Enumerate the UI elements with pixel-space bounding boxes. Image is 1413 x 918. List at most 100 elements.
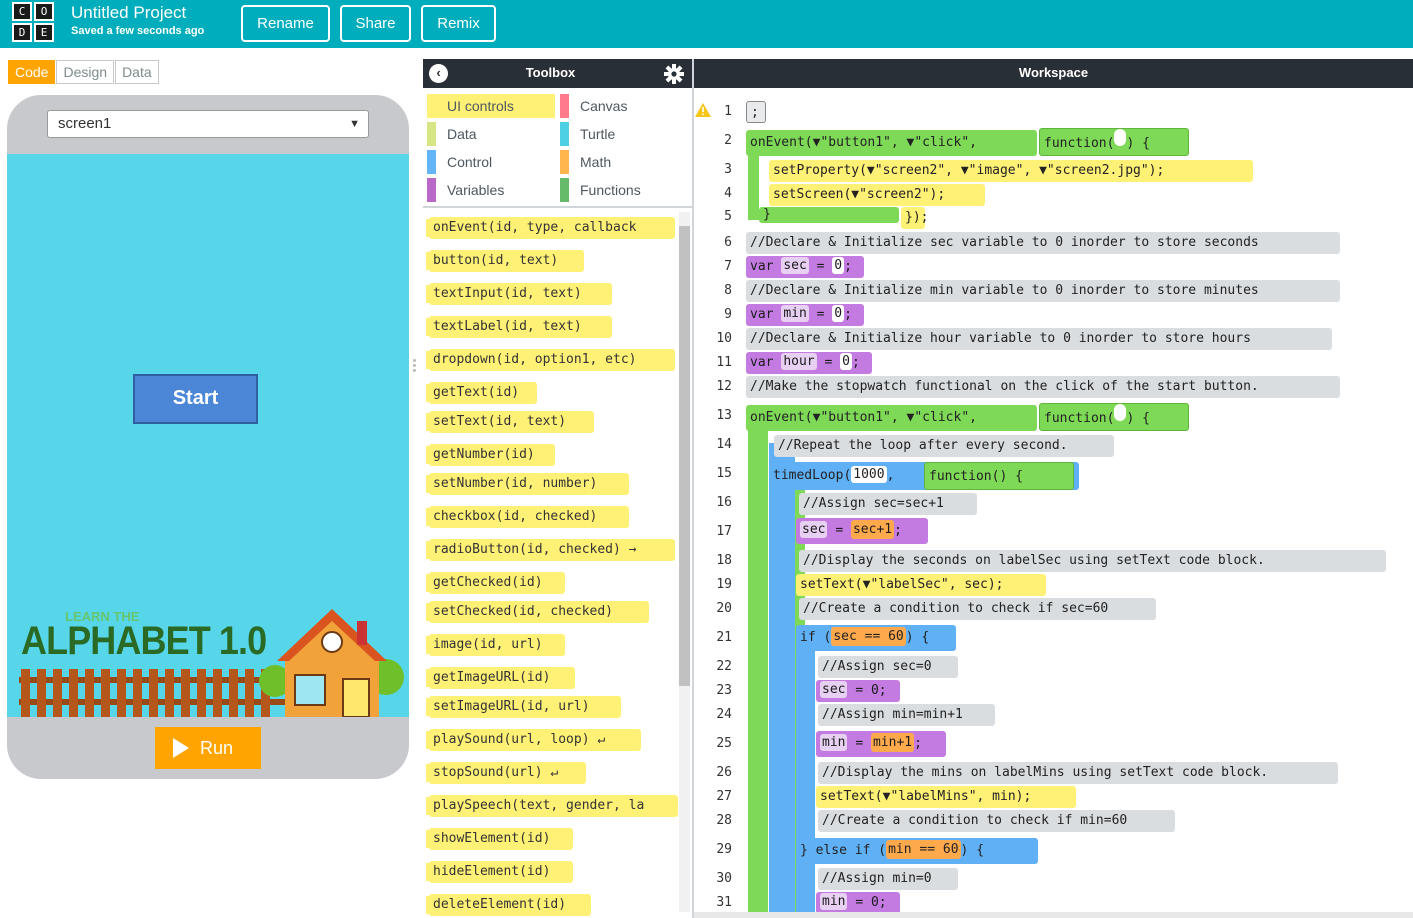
palette-block[interactable]: showElement(id) <box>426 828 573 850</box>
function-block[interactable]: function() { <box>924 462 1074 490</box>
tab-code[interactable]: Code <box>8 60 56 84</box>
param-slot[interactable] <box>1114 129 1127 146</box>
palette-scrollbar-thumb[interactable] <box>679 226 690 686</box>
comment-block[interactable]: //Create a condition to check if sec=60 <box>799 598 1156 620</box>
number-value[interactable]: 0 <box>832 305 845 322</box>
palette-block[interactable]: setImageURL(id, url) <box>426 696 621 718</box>
category-canvas[interactable]: Canvas <box>560 94 688 118</box>
comment-block[interactable]: //Create a condition to check if min=60 <box>818 810 1175 832</box>
if-block[interactable]: if (sec == 60) { <box>796 625 956 651</box>
assign-block[interactable]: min = min+1; <box>816 731 946 757</box>
line-number: 9 <box>724 307 732 322</box>
assign-rest: = 0; <box>855 895 887 910</box>
comment-block[interactable]: //Assign sec=sec+1 <box>799 493 977 515</box>
category-label: Turtle <box>580 126 616 142</box>
palette-block[interactable]: setChecked(id, checked) <box>426 601 649 623</box>
var-name[interactable]: hour <box>781 353 817 370</box>
palette-block[interactable]: getText(id) <box>426 382 537 404</box>
palette-block[interactable]: playSpeech(text, gender, la <box>426 795 678 817</box>
var-name[interactable]: sec <box>820 681 848 698</box>
run-button[interactable]: Run <box>155 727 261 769</box>
palette-block[interactable]: textInput(id, text) <box>426 283 612 305</box>
palette-block[interactable]: playSound(url, loop) ↵ <box>426 729 641 751</box>
category-control[interactable]: Control <box>427 150 555 174</box>
code-workspace[interactable]: ; onEvent(▼"button1", ▼"click", function… <box>744 88 1413 918</box>
palette-block[interactable]: getNumber(id) <box>426 444 555 466</box>
comment-block[interactable]: //Assign min=0 <box>818 868 958 890</box>
category-ui-controls[interactable]: UI controls <box>427 94 555 118</box>
tab-data[interactable]: Data <box>115 60 159 84</box>
workspace-horizontal-scrollbar[interactable] <box>694 912 1413 918</box>
comment-block[interactable]: //Repeat the loop after every second. <box>774 435 1114 457</box>
setproperty-block[interactable]: setProperty(▼"screen2", ▼"image", ▼"scre… <box>769 160 1253 182</box>
comment-block[interactable]: //Declare & Initialize hour variable to … <box>746 328 1332 350</box>
var-declaration-block[interactable]: var min = 0; <box>746 304 864 326</box>
empty-statement-block[interactable]: ; <box>746 101 766 123</box>
category-math[interactable]: Math <box>560 150 688 174</box>
category-functions[interactable]: Functions <box>560 178 688 202</box>
palette-block[interactable]: getChecked(id) <box>426 572 565 594</box>
function-block[interactable]: function() { <box>1039 128 1189 156</box>
comment-block[interactable]: //Declare & Initialize min variable to 0… <box>746 280 1340 302</box>
assign-block[interactable]: min = 0; <box>816 892 900 914</box>
palette-block[interactable]: getImageURL(id) <box>426 667 575 689</box>
comment-block[interactable]: //Display the seconds on labelSec using … <box>799 550 1386 572</box>
category-turtle[interactable]: Turtle <box>560 122 688 146</box>
onevent-block[interactable]: onEvent(▼"button1", ▼"click", <box>746 130 1037 156</box>
line-number: 7 <box>724 259 732 274</box>
start-button[interactable]: Start <box>133 374 258 424</box>
line-number: 21 <box>716 630 732 645</box>
condition-expression[interactable]: sec == 60 <box>831 627 906 646</box>
palette-block[interactable]: setNumber(id, number) <box>426 473 629 495</box>
palette-block[interactable]: image(id, url) <box>426 634 565 656</box>
var-declaration-block[interactable]: var sec = 0; <box>746 256 864 278</box>
resize-handle[interactable] <box>412 357 417 379</box>
comment-block[interactable]: //Assign min=min+1 <box>818 704 995 726</box>
palette-block[interactable]: onEvent(id, type, callback <box>426 217 675 239</box>
palette-block[interactable]: stopSound(url) ↵ <box>426 762 586 784</box>
settext-block[interactable]: setText(▼"labelSec", sec); <box>796 574 1046 596</box>
palette-block[interactable]: deleteElement(id) <box>426 894 591 916</box>
math-expression[interactable]: min+1 <box>870 733 915 752</box>
comment-block[interactable]: //Assign sec=0 <box>818 656 958 678</box>
share-button[interactable]: Share <box>340 5 411 42</box>
palette-block[interactable]: setText(id, text) <box>426 411 594 433</box>
comment-block[interactable]: //Display the mins on labelMins using se… <box>818 762 1338 784</box>
settext-block[interactable]: setText(▼"labelMins", min); <box>816 786 1076 808</box>
var-declaration-block[interactable]: var hour = 0; <box>746 352 872 374</box>
condition-expression[interactable]: min == 60 <box>886 840 961 859</box>
gear-icon[interactable] <box>664 64 684 84</box>
category-data[interactable]: Data <box>427 122 555 146</box>
comment-block[interactable]: //Make the stopwatch functional on the c… <box>746 376 1340 398</box>
palette-block[interactable]: textLabel(id, text) <box>426 316 612 338</box>
palette-block[interactable]: button(id, text) <box>426 250 584 272</box>
setscreen-block[interactable]: setScreen(▼"screen2"); <box>769 184 985 206</box>
rename-button[interactable]: Rename <box>241 5 330 42</box>
tab-design[interactable]: Design <box>56 60 115 84</box>
var-name[interactable]: min <box>820 734 848 751</box>
var-name[interactable]: min <box>820 893 848 910</box>
palette-block[interactable]: hideElement(id) <box>426 861 573 883</box>
category-variables[interactable]: Variables <box>427 178 555 202</box>
palette-block[interactable]: checkbox(id, checked) <box>426 506 629 528</box>
function-block[interactable]: function() { <box>1039 403 1189 431</box>
var-name[interactable]: min <box>781 305 809 322</box>
interval-value[interactable]: 1000 <box>851 466 887 483</box>
code-org-logo[interactable]: C O D E <box>12 2 56 44</box>
var-keyword: var <box>750 355 774 370</box>
remix-button[interactable]: Remix <box>421 5 496 42</box>
number-value[interactable]: 0 <box>832 257 845 274</box>
assign-block[interactable]: sec = sec+1; <box>796 518 928 544</box>
var-name[interactable]: sec <box>781 257 809 274</box>
param-slot[interactable] <box>1114 404 1127 421</box>
screen-select[interactable]: screen1 ▼ <box>47 110 369 138</box>
onevent-block[interactable]: onEvent(▼"button1", ▼"click", <box>746 405 1037 431</box>
palette-block[interactable]: dropdown(id, option1, etc) <box>426 349 675 371</box>
var-name[interactable]: sec <box>800 521 828 538</box>
palette-block[interactable]: radioButton(id, checked) → <box>426 539 675 561</box>
else-if-block[interactable]: } else if (min == 60) { <box>796 838 1038 864</box>
number-value[interactable]: 0 <box>840 353 852 370</box>
comment-block[interactable]: //Declare & Initialize sec variable to 0… <box>746 232 1340 254</box>
assign-block[interactable]: sec = 0; <box>816 680 900 702</box>
math-expression[interactable]: sec+1 <box>850 520 895 539</box>
